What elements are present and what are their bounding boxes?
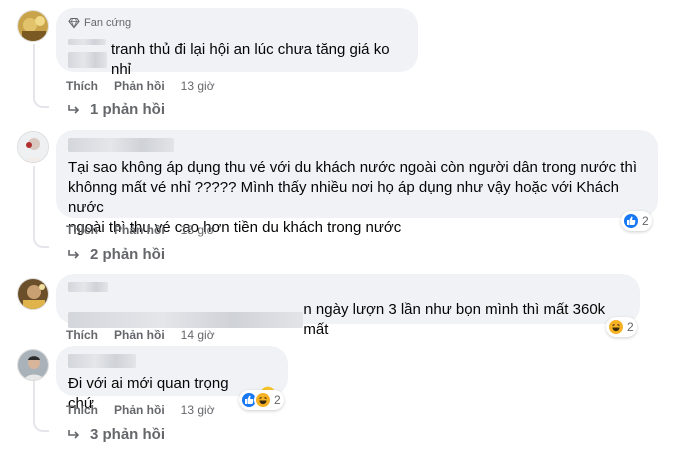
reply-button[interactable]: Phản hồi: [114, 403, 165, 417]
haha-reaction-icon: [254, 391, 272, 409]
reply-button[interactable]: Phản hồi: [114, 79, 165, 93]
comment-text-line: khônng mất vé nhỉ ????? Mình thấy nhiều …: [68, 179, 619, 216]
like-button[interactable]: Thích: [66, 403, 98, 417]
avatar[interactable]: [17, 131, 49, 163]
reply-button[interactable]: Phản hồi: [114, 328, 165, 342]
like-button[interactable]: Thích: [66, 223, 98, 237]
comment-actions: Thích Phản hồi 13 giờ: [66, 403, 215, 417]
mention-blur: [68, 52, 107, 68]
thread-line: [33, 44, 35, 94]
reaction-count: 2: [642, 214, 649, 228]
reaction-count: 2: [627, 320, 634, 334]
fan-badge: Fan cứng: [68, 16, 406, 30]
timestamp[interactable]: 15 giờ: [181, 223, 215, 237]
comment-text: n ngày lượn 3 lần như bọn mình thì mất 3…: [303, 301, 606, 338]
diamond-icon: [68, 17, 80, 29]
author-name[interactable]: [68, 282, 108, 292]
thread-connector: [33, 94, 49, 108]
view-replies-link[interactable]: 1 phản hồi: [66, 101, 165, 118]
reaction-count: 2: [274, 393, 281, 407]
reaction-summary[interactable]: 2: [621, 211, 652, 231]
author-name[interactable]: [68, 39, 106, 45]
comment-text: tranh thủ đi lại hội an lúc chưa tăng gi…: [110, 41, 390, 78]
comment-actions: Thích Phản hồi 15 giờ: [66, 223, 215, 237]
timestamp[interactable]: 14 giờ: [181, 328, 215, 342]
reply-arrow-icon: [68, 249, 80, 259]
reply-button[interactable]: Phản hồi: [114, 223, 165, 237]
reaction-summary[interactable]: 2: [606, 317, 637, 337]
avatar[interactable]: [17, 349, 49, 381]
timestamp[interactable]: 13 giờ: [181, 79, 215, 93]
reaction-summary[interactable]: 2: [239, 390, 284, 410]
comment-bubble: Đi với ai mới quan trọng chứ: [56, 346, 288, 412]
comment-bubble: Tại sao không áp dụng thu vé với du khác…: [56, 130, 658, 236]
author-name[interactable]: [68, 138, 174, 152]
reply-arrow-icon: [68, 429, 80, 439]
author-name[interactable]: [68, 354, 136, 368]
thread-connector: [33, 418, 49, 432]
comment-actions: Thích Phản hồi 14 giờ: [66, 328, 215, 342]
like-button[interactable]: Thích: [66, 79, 98, 93]
like-button[interactable]: Thích: [66, 328, 98, 342]
haha-reaction-icon: [607, 318, 625, 336]
thread-line: [33, 166, 35, 234]
like-reaction-icon: [622, 212, 640, 230]
avatar[interactable]: [17, 278, 49, 310]
comment-bubble: Fan cứng tranh thủ đi lại hội an lúc chư…: [56, 8, 418, 78]
comment-actions: Thích Phản hồi 13 giờ: [66, 79, 215, 93]
reply-arrow-icon: [68, 104, 80, 114]
view-replies-link[interactable]: 2 phản hồi: [66, 246, 165, 263]
redacted-text: [68, 312, 304, 328]
avatar[interactable]: [17, 10, 49, 42]
view-replies-link[interactable]: 3 phản hồi: [66, 426, 165, 443]
comment-text-line: Tại sao không áp dụng thu vé với du khác…: [68, 159, 637, 176]
timestamp[interactable]: 13 giờ: [181, 403, 215, 417]
thread-connector: [33, 234, 49, 248]
comment-bubble: n ngày lượn 3 lần như bọn mình thì mất 3…: [56, 274, 640, 338]
